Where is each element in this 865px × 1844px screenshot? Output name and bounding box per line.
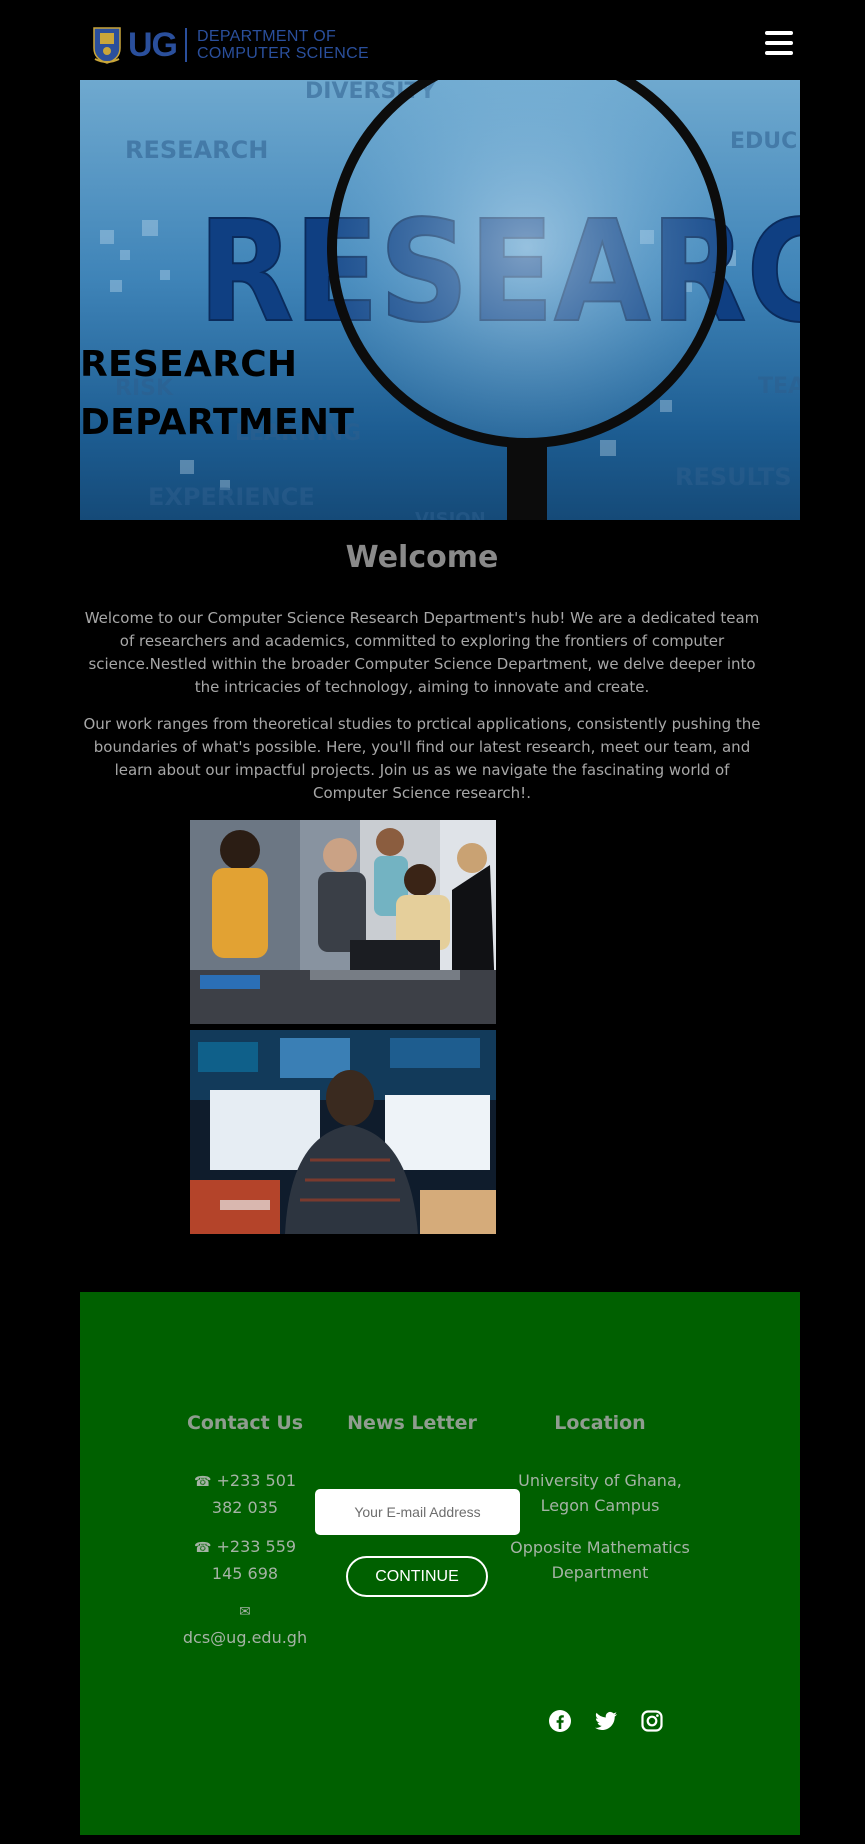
instagram-icon[interactable] [640,1709,664,1733]
logo-ug-text: UG [128,26,178,64]
banner-word-tea: TEA [758,374,800,399]
contact-phone-1[interactable]: ☎ +233 501 382 035 [180,1468,310,1520]
logo-divider [185,28,187,62]
mail-icon: ✉ [239,1604,251,1620]
banner-word-results: RESULTS [675,463,792,491]
logo-department-line1: DEPARTMENT OF [197,28,337,45]
contact-email-text: dcs@ug.edu.gh [182,1628,308,1647]
contact-phone-1-text: +233 501 382 035 [211,1471,297,1517]
developer-at-monitors-photo [190,1030,496,1234]
hamburger-bar [765,41,793,45]
location-landmark: Opposite Mathematics Department [510,1538,690,1582]
contact-email[interactable]: ✉ dcs@ug.edu.gh [180,1600,310,1650]
logo-department-line2: COMPUTER SCIENCE [197,45,369,62]
newsletter-continue-button[interactable]: CONTINUE [346,1556,488,1597]
facebook-icon[interactable] [548,1709,572,1733]
contact-phone-2[interactable]: ☎ +233 559 145 698 [180,1534,310,1586]
contact-phone-2-text: +233 559 145 698 [211,1537,297,1583]
banner-word-research: RESEARCH [125,136,268,164]
welcome-heading: Welcome [345,540,499,575]
phone-icon: ☎ [193,1474,212,1490]
hamburger-bar [765,31,793,35]
location-campus: University of Ghana, Legon Campus [518,1471,682,1515]
location-heading: Location [554,1412,646,1434]
team-at-computer-photo [190,820,496,1024]
hamburger-bar [765,51,793,55]
ug-crest-icon [92,26,122,64]
newsletter-heading: News Letter [347,1412,477,1434]
phone-icon: ☎ [193,1540,212,1556]
banner-word-vision: VISION [415,509,486,520]
ug-logo[interactable]: UG DEPARTMENT OF COMPUTER SCIENCE [92,22,369,68]
banner-word-experience: EXPERIENCE [148,483,315,511]
hamburger-menu-icon[interactable] [765,31,793,55]
twitter-icon[interactable] [594,1709,618,1733]
welcome-paragraph-2: Our work ranges from theoretical studies… [83,715,761,802]
site-footer: Contact Us News Letter Location ☎ +233 5… [80,1292,800,1835]
contact-us-heading: Contact Us [186,1412,304,1434]
newsletter-email-input[interactable] [315,1489,520,1535]
logo-department-name: DEPARTMENT OF COMPUTER SCIENCE [197,28,369,62]
banner-word-educ: EDUC [730,129,797,154]
site-header: UG DEPARTMENT OF COMPUTER SCIENCE [80,0,800,80]
research-banner-image: DIVERSITY RESEARCH EDUC RISK LEARNING EX… [100,80,800,520]
hero-banner: DIVERSITY RESEARCH EDUC RISK LEARNING EX… [80,80,800,520]
hero-title: RESEARCH DEPARTMENT [80,344,355,443]
welcome-paragraph-1: Welcome to our Computer Science Research… [84,609,760,696]
